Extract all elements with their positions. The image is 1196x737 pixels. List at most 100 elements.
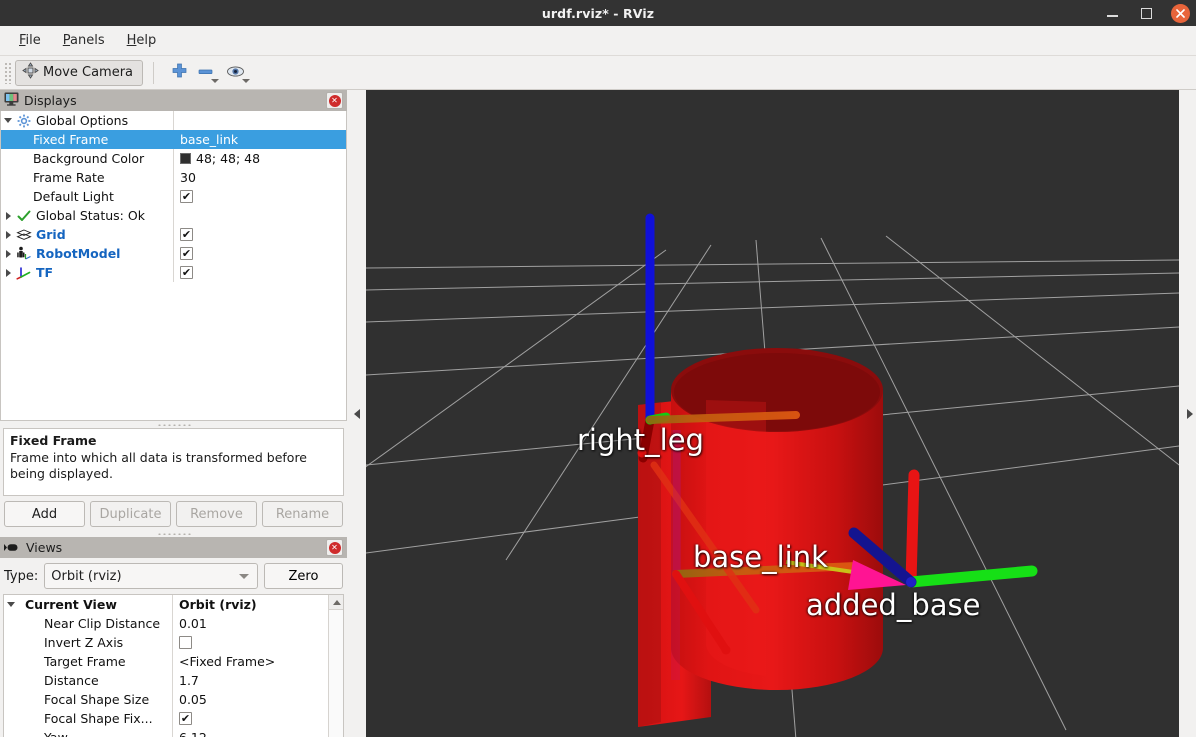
move-camera-button[interactable]: Move Camera	[15, 59, 144, 86]
maximize-button[interactable]	[1136, 3, 1156, 23]
view-type-select[interactable]: Orbit (rviz)	[44, 563, 258, 589]
tree-row-frame-rate[interactable]: Frame Rate 30	[1, 168, 346, 187]
tree-value-text: 48; 48; 48	[196, 151, 261, 166]
expander-grid[interactable]	[1, 230, 15, 239]
current-view-value[interactable]: Orbit (rviz)	[172, 595, 343, 614]
menu-panels[interactable]: Panels	[52, 30, 116, 51]
tree-label: Global Status: Ok	[36, 208, 145, 223]
tree-label: Yaw	[4, 730, 68, 737]
robot-icon	[15, 246, 33, 261]
add-tool-button[interactable]	[164, 60, 194, 86]
expander-tf[interactable]	[1, 268, 15, 277]
left-dock-collapse-handle[interactable]	[350, 90, 363, 737]
right-dock-collapse-handle[interactable]	[1183, 90, 1196, 737]
tree-row-robotmodel[interactable]: RobotModel ✔	[1, 244, 346, 263]
displays-panel-close-button[interactable]: ✕	[326, 92, 343, 109]
views-tree-scrollbar[interactable]	[328, 595, 343, 737]
focal-shape-fixed-checkbox[interactable]: ✔	[179, 712, 192, 725]
tf-checkbox[interactable]: ✔	[180, 266, 193, 279]
tree-label: Current View	[25, 597, 117, 612]
focus-tool-caret-icon[interactable]	[241, 78, 250, 83]
tree-row-background-color[interactable]: Background Color 48; 48; 48	[1, 149, 346, 168]
close-button[interactable]	[1170, 3, 1190, 23]
tree-value[interactable]	[173, 206, 346, 225]
zero-button[interactable]: Zero	[264, 563, 343, 589]
tree-row-fixed-frame[interactable]: Fixed Frame base_link	[1, 130, 346, 149]
tree-row-near-clip-distance[interactable]: Near Clip Distance 0.01	[4, 614, 343, 633]
add-button[interactable]: Add	[4, 501, 85, 527]
render-view-3d[interactable]: right_leg base_link added_base	[366, 90, 1179, 737]
tf-enabled-value[interactable]: ✔	[173, 263, 346, 282]
tree-label: Default Light	[33, 189, 114, 204]
close-panel-icon: ✕	[328, 541, 341, 554]
chevron-up-icon	[332, 599, 341, 605]
tree-row-target-frame[interactable]: Target Frame <Fixed Frame>	[4, 652, 343, 671]
expander-robotmodel[interactable]	[1, 249, 15, 258]
invert-z-axis-value[interactable]	[172, 633, 343, 652]
tree-row-global-status[interactable]: Global Status: Ok	[1, 206, 346, 225]
duplicate-button[interactable]: Duplicate	[90, 501, 171, 527]
toolbar-grip[interactable]	[4, 61, 12, 84]
rename-button[interactable]: Rename	[262, 501, 343, 527]
maximize-icon	[1140, 7, 1152, 19]
views-camera-icon	[4, 538, 21, 557]
views-tree[interactable]: Current View Orbit (rviz) Near Clip Dist…	[3, 594, 344, 737]
tree-label: Global Options	[36, 113, 129, 128]
views-panel-title: Views	[26, 540, 63, 555]
background-color-value[interactable]: 48; 48; 48	[173, 149, 346, 168]
tree-row-focal-shape-fixed[interactable]: Focal Shape Fix... ✔	[4, 709, 343, 728]
target-frame-value[interactable]: <Fixed Frame>	[172, 652, 343, 671]
render-view-canvas	[366, 90, 1179, 737]
tree-label: TF	[36, 265, 54, 280]
tree-row-default-light[interactable]: Default Light ✔	[1, 187, 346, 206]
base-link-origin-marker	[721, 645, 731, 655]
tree-row-invert-z-axis[interactable]: Invert Z Axis	[4, 633, 343, 652]
distance-value[interactable]: 1.7	[172, 671, 343, 690]
grid-icon	[15, 228, 33, 242]
remove-tool-caret-icon[interactable]	[210, 78, 219, 83]
tree-row-global-options[interactable]: Global Options	[1, 111, 346, 130]
views-panel-close-button[interactable]: ✕	[326, 539, 343, 556]
right-leg-y-long	[646, 411, 800, 424]
displays-panel-title: Displays	[24, 93, 77, 108]
grid-enabled-value[interactable]: ✔	[173, 225, 346, 244]
menu-file[interactable]: File	[8, 30, 52, 51]
robotmodel-enabled-value[interactable]: ✔	[173, 244, 346, 263]
focal-shape-fixed-value[interactable]: ✔	[172, 709, 343, 728]
frame-rate-value[interactable]: 30	[173, 168, 346, 187]
focal-shape-size-value[interactable]: 0.05	[172, 690, 343, 709]
tree-row-grid[interactable]: Grid ✔	[1, 225, 346, 244]
tree-row-yaw[interactable]: Yaw 6.12	[4, 728, 343, 737]
yaw-value[interactable]: 6.12	[172, 728, 343, 737]
tree-value[interactable]	[173, 111, 346, 130]
menu-help[interactable]: Help	[116, 30, 168, 51]
remove-tool-button[interactable]	[194, 60, 224, 86]
default-light-value[interactable]: ✔	[173, 187, 346, 206]
displays-tree[interactable]: Global Options Fixed Frame base_link Bac…	[0, 111, 347, 421]
near-clip-distance-value[interactable]: 0.01	[172, 614, 343, 633]
invert-z-axis-checkbox[interactable]	[179, 636, 192, 649]
focus-tool-button[interactable]	[224, 60, 254, 86]
expander-current-view[interactable]	[4, 602, 18, 607]
splitter-displays-description[interactable]	[0, 421, 347, 428]
tree-row-distance[interactable]: Distance 1.7	[4, 671, 343, 690]
color-swatch-icon	[180, 153, 191, 164]
tree-row-tf[interactable]: TF ✔	[1, 263, 346, 282]
tree-row-focal-shape-size[interactable]: Focal Shape Size 0.05	[4, 690, 343, 709]
tree-label: Distance	[44, 673, 99, 688]
tree-row-current-view[interactable]: Current View Orbit (rviz)	[4, 595, 343, 614]
remove-button[interactable]: Remove	[176, 501, 257, 527]
scroll-up-button[interactable]	[329, 595, 343, 610]
minimize-button[interactable]	[1102, 3, 1122, 23]
added-base-z-axis	[905, 469, 920, 588]
move-camera-label: Move Camera	[43, 65, 134, 80]
robotmodel-checkbox[interactable]: ✔	[180, 247, 193, 260]
tree-label: Near Clip Distance	[44, 616, 161, 631]
fixed-frame-value[interactable]: base_link	[173, 130, 346, 149]
expander-global-options[interactable]	[1, 118, 15, 123]
splitter-displays-views[interactable]	[0, 530, 347, 537]
grid-checkbox[interactable]: ✔	[180, 228, 193, 241]
expander-global-status[interactable]	[1, 211, 15, 220]
tree-label: Focal Shape Fix...	[44, 711, 153, 726]
default-light-checkbox[interactable]: ✔	[180, 190, 193, 203]
